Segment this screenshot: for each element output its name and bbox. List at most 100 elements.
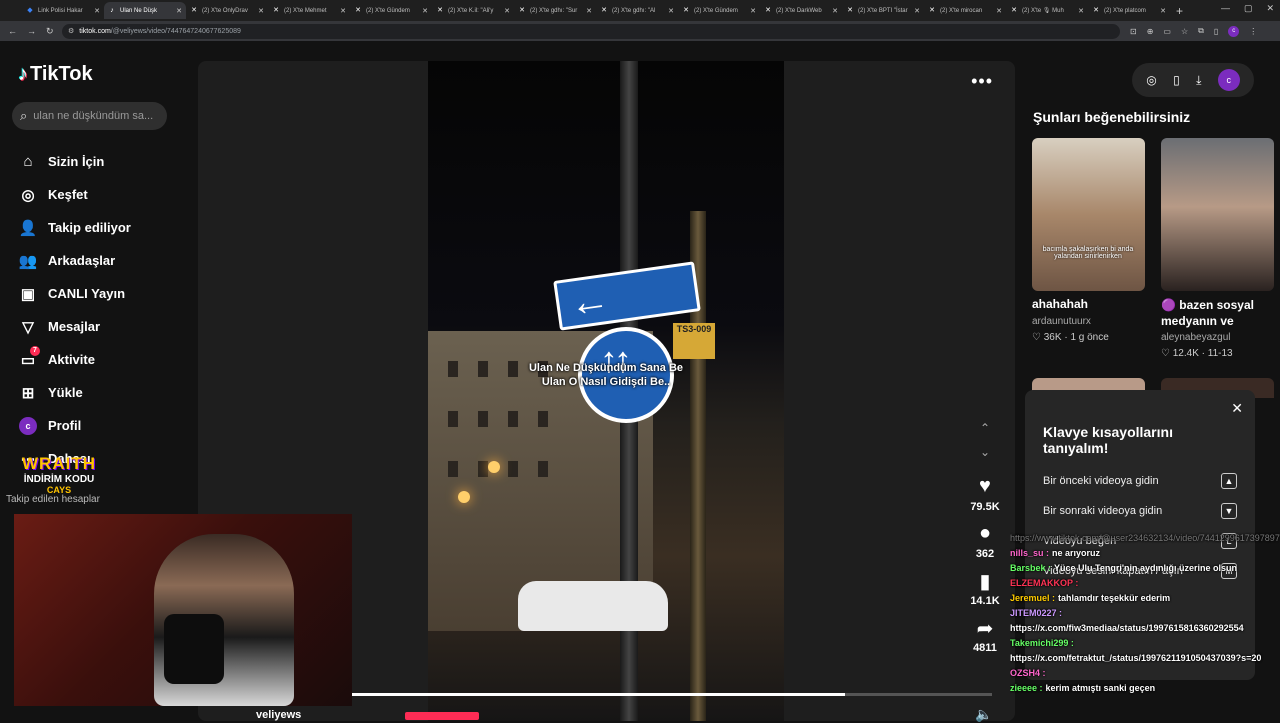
close-icon[interactable]: ✕ — [1231, 400, 1243, 417]
more-options-button[interactable]: ••• — [971, 71, 993, 92]
home-icon: ⌂ — [23, 153, 33, 170]
recommendation-description: ahahahah — [1032, 297, 1089, 311]
tab-close-icon[interactable]: ✕ — [340, 7, 346, 15]
caption-line-1: Ulan Ne Düşkündüm Sana Be — [528, 362, 684, 374]
recommendation-card[interactable]: 🟣 bazen sosyal medyanın ve hayatın... al… — [1161, 138, 1274, 359]
sidebar-item[interactable]: ▣ CANLI Yayın — [18, 277, 131, 310]
sidebar-item[interactable]: ⌂ Sizin İçin — [18, 145, 131, 178]
tab-close-icon[interactable]: ✕ — [1078, 7, 1084, 15]
download-icon[interactable]: ⤓ — [1196, 73, 1201, 88]
tab-title: (2) X'te Gündem — [366, 7, 410, 14]
browser-tab[interactable]: ✕ (2) X'te platcom ✕ — [1088, 2, 1170, 19]
tab-favicon-icon: ✕ — [1093, 6, 1099, 14]
explore-icon[interactable]: ◎ — [1146, 73, 1156, 87]
share-action[interactable]: ➦ 4811 — [973, 616, 997, 657]
close-window-icon[interactable]: ✕ — [1266, 3, 1274, 14]
next-video-chevron-icon[interactable]: ⌄ — [980, 445, 990, 469]
sidebar-item[interactable]: ⊞ Yükle — [18, 376, 131, 409]
comment-action[interactable]: ● 362 — [976, 522, 994, 563]
sidebar-item[interactable]: ▭ 7 Aktivite — [18, 343, 131, 376]
tab-close-icon[interactable]: ✕ — [750, 7, 756, 15]
browser-tab[interactable]: ✕ (2) X'te Gündem ✕ — [678, 2, 760, 19]
tab-close-icon[interactable]: ✕ — [422, 7, 428, 15]
new-tab-icon[interactable]: + — [1176, 4, 1183, 18]
comment-icon[interactable]: ● — [979, 522, 991, 546]
url-field[interactable]: ⚙ tiktok.com/@veliyews/video/74476472406… — [62, 23, 1120, 39]
tab-close-icon[interactable]: ✕ — [832, 7, 838, 15]
tab-close-icon[interactable]: ✕ — [176, 7, 182, 15]
sidebar-item[interactable]: ◎ Keşfet — [18, 178, 131, 211]
forward-icon[interactable]: → — [27, 26, 36, 37]
save-action[interactable]: ▮ 14.1K — [970, 569, 999, 610]
browser-profile-avatar[interactable]: c — [1228, 25, 1240, 37]
tab-close-icon[interactable]: ✕ — [258, 7, 264, 15]
tab-favicon-icon: ✕ — [765, 6, 771, 14]
recommendation-author[interactable]: ardaunutuurx — [1032, 316, 1145, 327]
heart-icon[interactable]: ♥ — [979, 475, 991, 499]
tab-favicon-icon: ◆ — [27, 6, 33, 14]
maximize-icon[interactable]: ▢ — [1244, 3, 1253, 14]
minimize-icon[interactable]: — — [1221, 3, 1230, 14]
following-accounts-header: Takip edilen hesaplar — [6, 494, 100, 505]
tab-close-icon[interactable]: ✕ — [914, 7, 920, 15]
chat-username: Takemichi299 : — [1010, 638, 1074, 648]
zoom-icon[interactable]: ⊕ — [1147, 27, 1154, 36]
tab-close-icon[interactable]: ✕ — [504, 7, 510, 15]
street-light — [458, 491, 470, 503]
tiktok-logo[interactable]: ♪ TikTok — [18, 63, 93, 86]
site-info-icon[interactable]: ⚙ — [68, 27, 74, 35]
browser-tab[interactable]: ✕ (2) X'te mirocan ✕ — [924, 2, 1006, 19]
recommendation-thumbnail[interactable] — [1161, 138, 1274, 291]
extensions-icon[interactable]: ⧉ — [1198, 26, 1204, 36]
browser-menu-icon[interactable]: ⋮ — [1249, 27, 1257, 36]
video-frame[interactable]: TS3-009 Ulan Ne Düşkündüm Sana Be Ulan O… — [428, 61, 784, 721]
like-action[interactable]: ♥ 79.5K — [970, 475, 999, 516]
user-avatar[interactable]: c — [1217, 69, 1240, 91]
chat-message: nills_su : ne arıyoruz — [1010, 546, 1280, 561]
chat-message: Barsbek : Yüce Ulu Tengri'nin aydınlığı ü… — [1010, 561, 1280, 576]
tab-close-icon[interactable]: ✕ — [586, 7, 592, 15]
sidebar-item[interactable]: 👥 Arkadaşlar — [18, 244, 131, 277]
url-host: tiktok.com — [79, 27, 111, 35]
browser-address-bar: ← → ↻ ⚙ tiktok.com/@veliyews/video/74476… — [0, 21, 1280, 41]
browser-nav-buttons: ← → ↻ — [0, 26, 62, 37]
browser-tab[interactable]: ✕ (2) X'te gdhı: "Sur ✕ — [514, 2, 596, 19]
follow-button[interactable] — [405, 712, 479, 720]
tab-title: (2) X'te 🎙 Muh — [1022, 8, 1064, 14]
browser-tab[interactable]: ✕ (2) X'te gdhı: "Al ✕ — [596, 2, 678, 19]
browser-tab[interactable]: ✕ (2) X'te 🎙 Muh ✕ — [1006, 2, 1088, 19]
bookmark-icon[interactable]: ▮ — [979, 569, 990, 593]
video-author[interactable]: veliyews — [256, 709, 301, 721]
tab-close-icon[interactable]: ✕ — [94, 7, 100, 15]
video-progress-bar[interactable] — [352, 693, 992, 696]
sidebar-item[interactable]: 👤 Takip ediliyor — [18, 211, 131, 244]
back-icon[interactable]: ← — [8, 26, 17, 37]
browser-tab[interactable]: ✕ (2) X'te OnlyDrav ✕ — [186, 2, 268, 19]
browser-tab[interactable]: ✕ (2) X'te K.il: "Ali'y ✕ — [432, 2, 514, 19]
search-input[interactable]: ⌕ ulan ne düşkündüm sa... — [12, 102, 167, 130]
browser-tab[interactable]: ✕ (2) X'te Mehmet ✕ — [268, 2, 350, 19]
recommendation-author[interactable]: aleynabeyazgul — [1161, 332, 1274, 343]
recommendation-meta: ♡ 12.4K · 11-13 — [1161, 348, 1233, 359]
recommendation-card[interactable]: bacımla şakalaşırken bi anda yalandan si… — [1032, 138, 1145, 343]
browser-tab[interactable]: ◆ Link Polisi Hakar ✕ — [22, 2, 104, 19]
browser-tab[interactable]: ✕ (2) X'te DarkWeb ✕ — [760, 2, 842, 19]
tab-close-icon[interactable]: ✕ — [1160, 7, 1166, 15]
phone-icon[interactable]: ▯ — [1173, 73, 1180, 87]
sidebar-item[interactable]: c Profil — [18, 409, 131, 442]
tab-close-icon[interactable]: ✕ — [668, 7, 674, 15]
translate-icon[interactable]: ⊡ — [1130, 27, 1137, 36]
browser-tab[interactable]: ✕ (2) X'te BPTI "İstar ✕ — [842, 2, 924, 19]
chat-message: https://x.com/fetraktut_/status/19976211… — [1010, 651, 1280, 666]
cast-icon[interactable]: ▭ — [1163, 27, 1171, 36]
browser-tab[interactable]: ♪ Ulan Ne Düşk ✕ — [104, 2, 186, 19]
sidebar-item[interactable]: ▽ Mesajlar — [18, 310, 131, 343]
share-icon[interactable]: ➦ — [977, 616, 994, 640]
bookmark-star-icon[interactable]: ☆ — [1181, 27, 1188, 36]
tab-close-icon[interactable]: ✕ — [996, 7, 1002, 15]
recommendation-thumbnail[interactable]: bacımla şakalaşırken bi anda yalandan si… — [1032, 138, 1145, 291]
reload-icon[interactable]: ↻ — [46, 26, 54, 37]
previous-video-chevron-icon[interactable]: ⌃ — [980, 421, 990, 445]
sidebar-icon[interactable]: ▯ — [1214, 27, 1218, 36]
browser-tab[interactable]: ✕ (2) X'te Gündem ✕ — [350, 2, 432, 19]
